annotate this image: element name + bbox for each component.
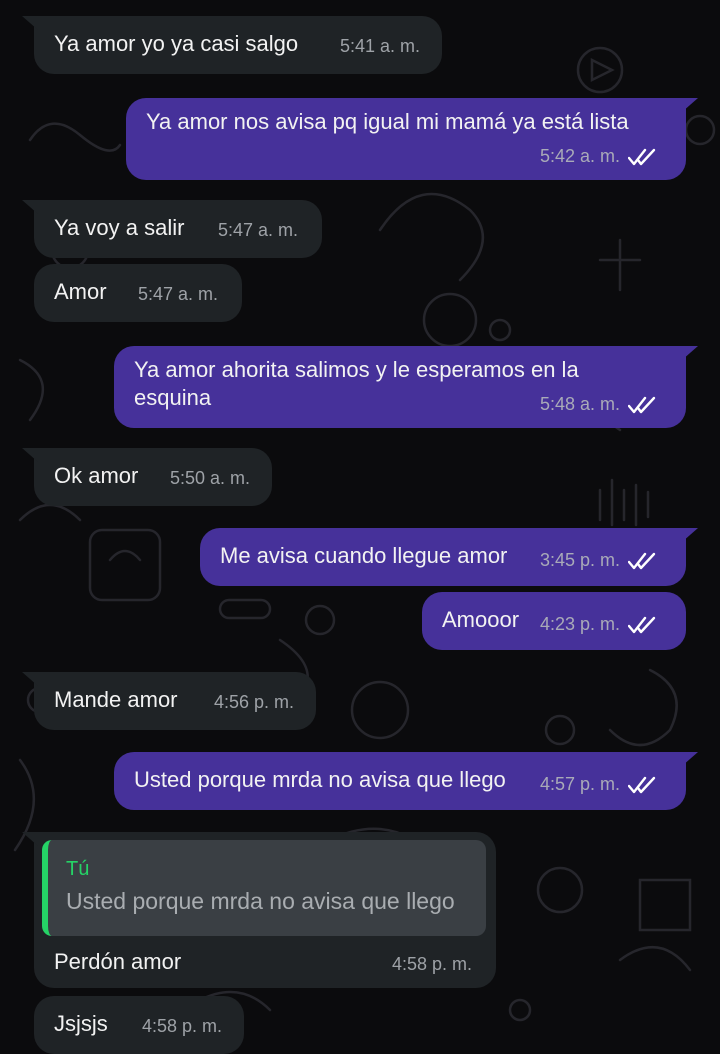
- message-timestamp: 4:58 p. m.: [142, 1016, 223, 1036]
- bubble-tail: [22, 832, 38, 846]
- message-timestamp: 5:42 a. m.: [539, 146, 620, 166]
- quoted-text: Usted porque mrda no avisa que llego: [66, 888, 455, 914]
- message-timestamp: 3:45 p. m.: [539, 550, 620, 570]
- message-meta: 4:23 p. m.: [540, 614, 656, 635]
- message-timestamp: 5:50 a. m.: [170, 468, 251, 488]
- outgoing-message-bubble[interactable]: Me avisa cuando llegue amor 3:45 p. m.: [200, 528, 698, 586]
- message-timestamp: 5:47 a. m.: [218, 220, 299, 240]
- bubble-tail: [682, 98, 698, 112]
- incoming-message-bubble[interactable]: Amor 5:47 a. m.: [34, 264, 242, 322]
- message-text: Ya voy a salir: [54, 215, 185, 240]
- message-meta: 4:58 p. m.: [392, 954, 472, 975]
- message-text: Amooor: [442, 607, 520, 632]
- message-meta: 5:41 a. m.: [340, 36, 420, 57]
- message-text: Ya amor yo ya casi salgo: [54, 31, 299, 56]
- message-timestamp: 5:41 a. m.: [340, 36, 421, 56]
- incoming-message-bubble[interactable]: Jsjsjs 4:58 p. m.: [34, 996, 244, 1054]
- quoted-reply[interactable]: Tú Usted porque mrda no avisa que llego: [42, 840, 486, 936]
- message-text: Jsjsjs: [54, 1011, 108, 1036]
- message-meta: 4:58 p. m.: [142, 1016, 222, 1037]
- message-timestamp: 4:23 p. m.: [539, 614, 620, 634]
- message-timestamp: 4:58 p. m.: [392, 954, 473, 974]
- message-meta: 5:42 a. m.: [540, 146, 656, 167]
- double-check-read-icon: [628, 616, 656, 634]
- message-text: Ya amor nos avisa pq igual mi mamá ya es…: [146, 109, 629, 134]
- double-check-read-icon: [628, 148, 656, 166]
- outgoing-message-bubble[interactable]: Ya amor ahorita salimos y le esperamos e…: [114, 346, 698, 428]
- message-text: Mande amor: [54, 687, 178, 712]
- double-check-read-icon: [628, 396, 656, 414]
- message-text: Amor: [54, 279, 107, 304]
- outgoing-message-bubble[interactable]: Amooor 4:23 p. m.: [422, 592, 686, 650]
- quoted-author: Tú: [66, 858, 90, 880]
- message-meta: 3:45 p. m.: [540, 550, 656, 571]
- incoming-message-bubble[interactable]: Ya voy a salir 5:47 a. m.: [22, 200, 322, 258]
- bubble-tail: [682, 528, 698, 542]
- incoming-message-bubble[interactable]: Ok amor 5:50 a. m.: [22, 448, 272, 506]
- message-timestamp: 4:56 p. m.: [214, 692, 295, 712]
- message-text: Perdón amor: [54, 949, 182, 974]
- outgoing-message-bubble[interactable]: Ya amor nos avisa pq igual mi mamá ya es…: [126, 98, 698, 180]
- double-check-read-icon: [628, 776, 656, 794]
- message-timestamp: 5:48 a. m.: [539, 394, 620, 414]
- incoming-message-bubble[interactable]: Mande amor 4:56 p. m.: [22, 672, 316, 730]
- bubble-tail: [22, 672, 38, 686]
- message-meta: 4:57 p. m.: [540, 774, 656, 795]
- incoming-message-bubble[interactable]: Ya amor yo ya casi salgo 5:41 a. m.: [22, 16, 442, 74]
- bubble-tail: [22, 448, 38, 462]
- bubble-tail: [22, 16, 38, 30]
- incoming-message-bubble[interactable]: Tú Usted porque mrda no avisa que llego Pe…: [22, 832, 496, 988]
- message-meta: 5:50 a. m.: [170, 468, 250, 489]
- message-timestamp: 4:57 p. m.: [539, 774, 620, 794]
- message-timestamp: 5:47 a. m.: [138, 284, 219, 304]
- double-check-read-icon: [628, 552, 656, 570]
- bubble-tail: [682, 346, 698, 360]
- bubble-tail: [682, 752, 698, 766]
- outgoing-message-bubble[interactable]: Usted porque mrda no avisa que llego 4:57…: [114, 752, 698, 810]
- message-meta: 4:56 p. m.: [214, 692, 294, 713]
- message-text: Usted porque mrda no avisa que llego: [134, 767, 506, 792]
- message-meta: 5:47 a. m.: [218, 220, 298, 241]
- message-text: Ok amor: [54, 463, 139, 488]
- message-text: Me avisa cuando llegue amor: [220, 543, 508, 568]
- bubble-tail: [22, 200, 38, 214]
- message-meta: 5:48 a. m.: [540, 394, 656, 415]
- message-meta: 5:47 a. m.: [138, 284, 218, 305]
